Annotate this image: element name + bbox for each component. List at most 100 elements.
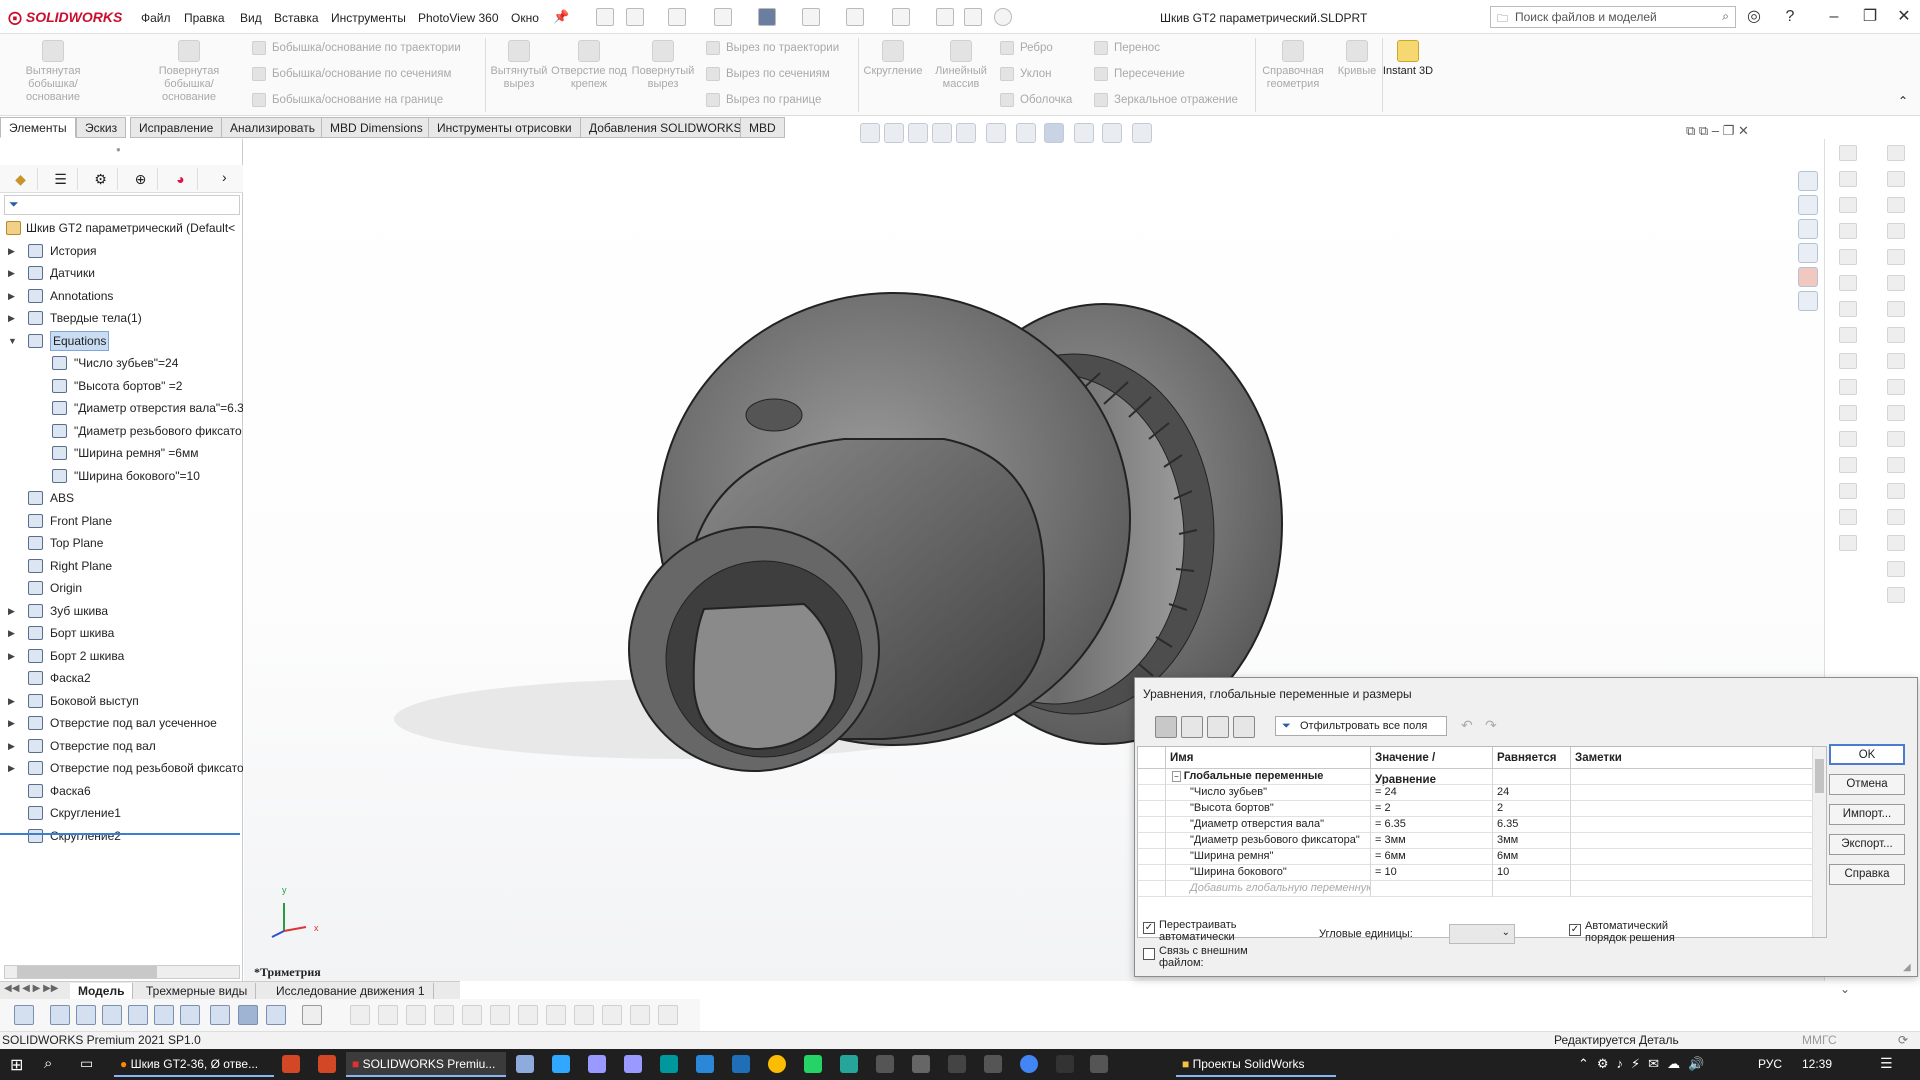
toolbar-icon[interactable] <box>1839 145 1857 161</box>
grid-scrollbar-thumb[interactable] <box>1815 759 1824 793</box>
disabled-tool-icon[interactable] <box>406 1005 426 1025</box>
restore-icon[interactable]: ❐ <box>1856 7 1884 27</box>
section-view-icon[interactable] <box>932 123 952 143</box>
add-global-variable-row[interactable]: Добавить глобальную переменную <box>1138 881 1826 897</box>
toolbar-icon[interactable] <box>1839 249 1857 265</box>
app-icon[interactable] <box>696 1055 714 1073</box>
view-palette-icon[interactable] <box>1798 243 1818 263</box>
expand-down-icon[interactable]: ⌄ <box>1840 982 1850 996</box>
tree-item[interactable]: Right Plane <box>0 555 243 577</box>
boundary-boss-button[interactable]: Бобышка/основание на границе <box>252 90 461 110</box>
swept-boss-button[interactable]: Бобышка/основание по траектории <box>252 38 461 58</box>
propertymanager-tab-icon[interactable]: ☰ <box>44 168 78 190</box>
app-icon[interactable] <box>984 1055 1002 1073</box>
comment-cell[interactable] <box>1571 865 1813 881</box>
toolbar-icon[interactable] <box>1839 301 1857 317</box>
front-view-icon[interactable] <box>50 1005 70 1025</box>
toolbar-icon[interactable] <box>1839 483 1857 499</box>
auto-solve-order-checkbox[interactable]: ✓ <box>1569 924 1581 936</box>
import-button[interactable]: Импорт... <box>1829 804 1905 825</box>
toolbar-icon[interactable] <box>1839 535 1857 551</box>
normal-to-icon[interactable] <box>14 1005 34 1025</box>
file-explorer-icon[interactable] <box>1798 219 1818 239</box>
resize-grip-icon[interactable]: ◢ <box>1903 962 1911 973</box>
rebuild-automatically-checkbox[interactable]: ✓ <box>1143 922 1155 934</box>
toolbar-icon[interactable] <box>1839 275 1857 291</box>
trimetric-view-icon[interactable] <box>238 1005 258 1025</box>
toolbar-icon[interactable] <box>1839 405 1857 421</box>
toolbar-icon[interactable] <box>1887 457 1905 473</box>
new-doc-icon[interactable] <box>626 8 644 26</box>
tab-model[interactable]: Модель <box>70 983 134 999</box>
comment-cell[interactable] <box>1571 817 1813 833</box>
viewport-close-icon[interactable]: ✕ <box>1738 123 1749 138</box>
mirror-button[interactable]: Зеркальное отражение <box>1094 90 1238 110</box>
equation-row[interactable]: "Ширина ремня" = 6мм 6мм <box>1138 849 1826 865</box>
chevron-right-icon[interactable]: ▶ <box>8 285 18 307</box>
chevron-right-icon[interactable]: ▶ <box>8 690 18 712</box>
tab-evaluate[interactable]: Анализировать <box>221 117 324 138</box>
viewport-minimize-icon[interactable]: – <box>1712 123 1723 138</box>
taskbar-firefox[interactable]: ● Шкив GT2-36, Ø отве... <box>114 1052 274 1077</box>
extruded-boss-button[interactable]: Вытянутая бобышка/основание <box>8 36 98 104</box>
tree-item[interactable]: "Ширина ремня" =6мм <box>0 442 243 464</box>
select-icon[interactable] <box>892 8 910 26</box>
disabled-tool-icon[interactable] <box>574 1005 594 1025</box>
tree-item[interactable]: ▶ Отверстие под вал усеченное <box>0 712 243 734</box>
tab-mbd[interactable]: MBD <box>740 117 785 138</box>
isometric-view-icon[interactable] <box>210 1005 230 1025</box>
value-cell[interactable]: = 6мм <box>1371 849 1493 865</box>
disabled-tool-icon[interactable] <box>658 1005 678 1025</box>
boundary-cut-button[interactable]: Вырез по границе <box>706 90 839 110</box>
chevron-right-icon[interactable]: ▶ <box>8 735 18 757</box>
toolbar-icon[interactable] <box>1839 223 1857 239</box>
tree-root-part[interactable]: Шкив GT2 параметрический (Default< <box>0 217 243 239</box>
value-cell[interactable]: = 3мм <box>1371 833 1493 849</box>
help-button[interactable]: Справка <box>1829 864 1905 885</box>
tree-item[interactable]: Скругление2 <box>0 825 243 847</box>
search-input[interactable]: 🗀 Поиск файлов и моделей ⌕ <box>1490 6 1736 28</box>
comment-cell[interactable] <box>1571 849 1813 865</box>
previous-view-icon[interactable] <box>908 123 928 143</box>
tab-sketch-ink[interactable]: Инструменты отрисовки <box>428 117 581 138</box>
toolbar-icon[interactable] <box>1887 509 1905 525</box>
tab-scroll-arrows-icon[interactable]: ◀◀ ◀ ▶ ▶▶ <box>4 983 58 994</box>
comment-cell[interactable] <box>1571 801 1813 817</box>
toolbar-icon[interactable] <box>1887 431 1905 447</box>
minimize-icon[interactable]: – <box>1820 7 1848 27</box>
toolbar-icon[interactable] <box>1887 353 1905 369</box>
dimetric-view-icon[interactable] <box>266 1005 286 1025</box>
appearances-icon[interactable] <box>1798 267 1818 287</box>
undo-icon[interactable] <box>802 8 820 26</box>
toolbar-icon[interactable] <box>1887 249 1905 265</box>
toolbar-icon[interactable] <box>1839 457 1857 473</box>
chrome-icon[interactable] <box>768 1055 786 1073</box>
tree-item[interactable]: ▶ История <box>0 240 243 262</box>
group-row-global-variables[interactable]: − Глобальные переменные <box>1138 769 1826 785</box>
premiere-icon[interactable] <box>588 1055 606 1073</box>
angular-units-select[interactable]: ⌄ <box>1449 924 1515 944</box>
toolbar-icon[interactable] <box>1887 405 1905 421</box>
equation-row[interactable]: "Диаметр отверстия вала" = 6.35 6.35 <box>1138 817 1826 833</box>
tab-sketch[interactable]: Эскиз <box>76 117 127 138</box>
collapse-ribbon-icon[interactable]: ⌃ <box>1898 94 1908 108</box>
chevron-right-icon[interactable]: ▶ <box>8 600 18 622</box>
variable-name-cell[interactable]: "Ширина бокового" <box>1166 865 1371 881</box>
dimension-view-icon[interactable] <box>1207 716 1229 738</box>
equation-row[interactable]: "Диаметр резьбового фиксатора" = 3мм 3мм <box>1138 833 1826 849</box>
toolbar-icon[interactable] <box>1887 171 1905 187</box>
toolbar-icon[interactable] <box>1887 223 1905 239</box>
user-icon[interactable]: ◎ <box>1740 7 1768 27</box>
tab-motion-study[interactable]: Исследование движения 1 <box>268 983 434 999</box>
chevron-right-icon[interactable]: › <box>222 169 227 185</box>
equation-row[interactable]: "Ширина бокового" = 10 10 <box>1138 865 1826 881</box>
filter-all-fields-input[interactable]: ⏷ Отфильтровать все поля <box>1275 716 1447 736</box>
top-view-icon[interactable] <box>154 1005 174 1025</box>
disabled-tool-icon[interactable] <box>434 1005 454 1025</box>
back-view-icon[interactable] <box>76 1005 96 1025</box>
solidworks-logo[interactable]: ⨀ SOLIDWORKS <box>8 9 122 26</box>
chevron-right-icon[interactable]: ▶ <box>8 240 18 262</box>
menu-view[interactable]: Вид <box>240 11 262 25</box>
disabled-tool-icon[interactable] <box>378 1005 398 1025</box>
save-icon[interactable] <box>714 8 732 26</box>
